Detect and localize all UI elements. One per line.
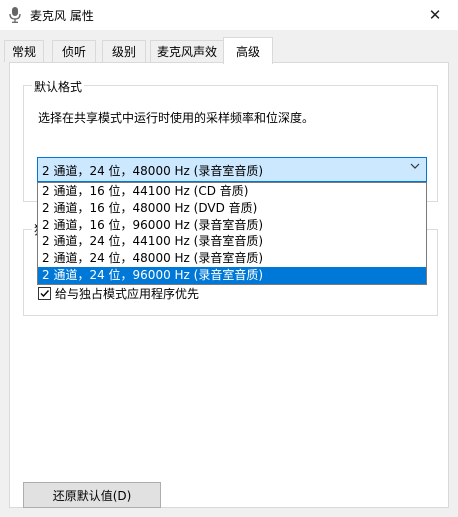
sample-rate-dropdown: 2 通道，16 位，44100 Hz (CD 音质) 2 通道，16 位，480… bbox=[37, 182, 427, 285]
title-bar: 麦克风 属性 ✕ bbox=[0, 0, 458, 30]
combo-selected-value: 2 通道，24 位，48000 Hz (录音室音质) bbox=[42, 164, 264, 178]
window-title: 麦克风 属性 bbox=[30, 9, 94, 23]
sample-rate-combo[interactable]: 2 通道，24 位，48000 Hz (录音室音质) bbox=[37, 157, 427, 182]
microphone-icon bbox=[9, 7, 21, 23]
tab-enhancements[interactable]: 麦克风声效 bbox=[150, 40, 224, 62]
restore-defaults-button[interactable]: 还原默认值(D) bbox=[23, 482, 161, 508]
dropdown-option[interactable]: 2 通道，24 位，44100 Hz (录音室音质) bbox=[38, 233, 426, 250]
exclusive-priority-option[interactable]: 给与独占模式应用程序优先 bbox=[38, 285, 199, 302]
tab-advanced[interactable]: 高级 bbox=[223, 37, 273, 64]
tab-listen[interactable]: 侦听 bbox=[52, 40, 96, 62]
tab-levels[interactable]: 级别 bbox=[102, 40, 146, 62]
dropdown-option[interactable]: 2 通道，24 位，48000 Hz (录音室音质) bbox=[38, 250, 426, 267]
close-button[interactable]: ✕ bbox=[412, 0, 458, 30]
dropdown-option[interactable]: 2 通道，16 位，96000 Hz (录音室音质) bbox=[38, 217, 426, 234]
chevron-down-icon[interactable] bbox=[410, 162, 420, 173]
format-description: 选择在共享模式中运行时使用的采样频率和位深度。 bbox=[38, 111, 315, 125]
exclusive-priority-checkbox[interactable] bbox=[38, 287, 51, 300]
dropdown-option[interactable]: 2 通道，16 位，44100 Hz (CD 音质) bbox=[38, 183, 426, 200]
default-format-label: 默认格式 bbox=[32, 78, 85, 95]
close-icon: ✕ bbox=[428, 6, 442, 24]
tab-general[interactable]: 常规 bbox=[4, 40, 44, 62]
dropdown-option-highlighted[interactable]: 2 通道，24 位，96000 Hz (录音室音质) bbox=[38, 266, 426, 284]
exclusive-priority-label: 给与独占模式应用程序优先 bbox=[55, 287, 200, 301]
checkmark-icon bbox=[40, 290, 50, 298]
dropdown-option[interactable]: 2 通道，16 位，48000 Hz (DVD 音质) bbox=[38, 200, 426, 217]
